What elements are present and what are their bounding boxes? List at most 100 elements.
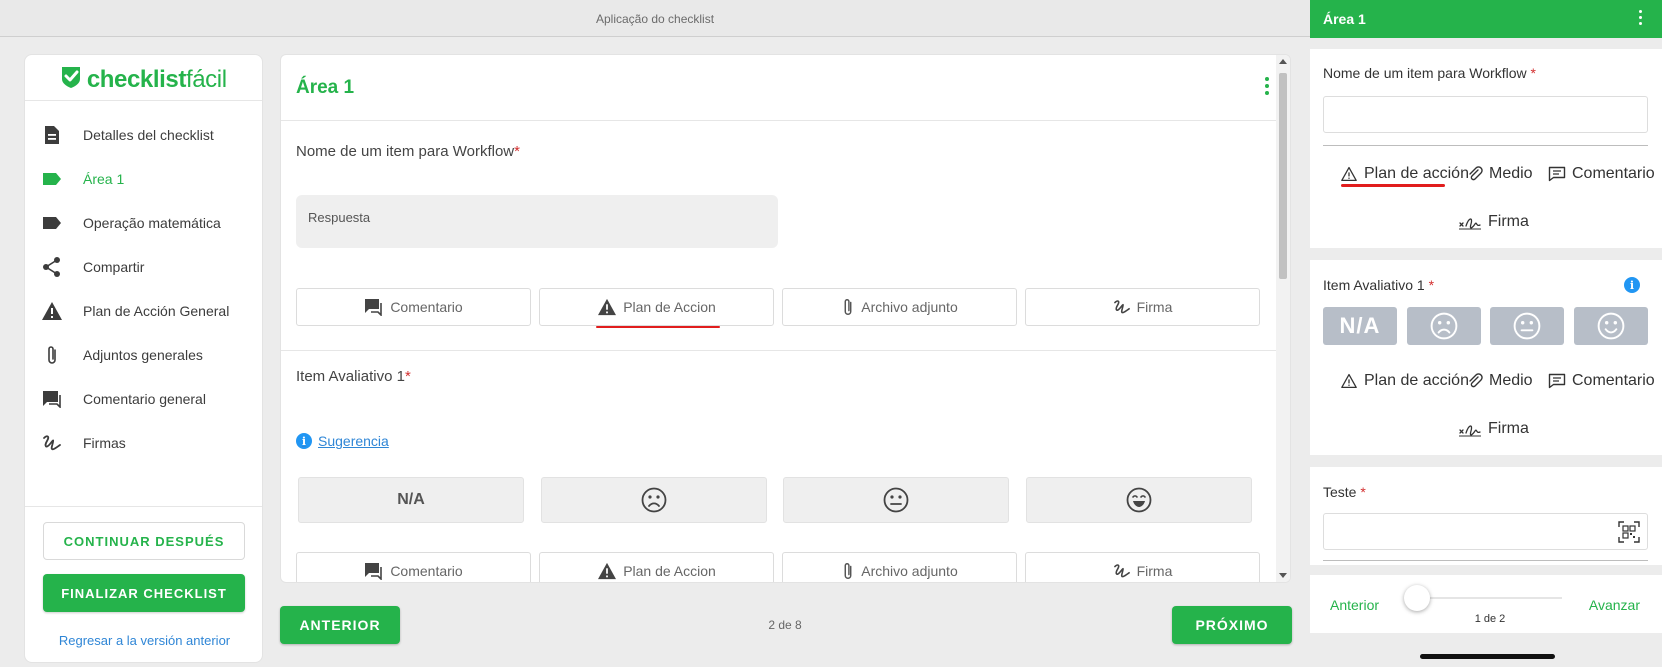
rating-na-button[interactable]: N/A bbox=[298, 477, 524, 523]
scrollbar-thumb[interactable] bbox=[1279, 73, 1287, 279]
warning-icon bbox=[598, 562, 617, 580]
sidebar: checklistfácil Detalles del checklist Ár… bbox=[24, 54, 263, 663]
sidebar-item-general-comment[interactable]: Comentario general bbox=[25, 377, 262, 421]
sidebar-item-general-attachments[interactable]: Adjuntos generales bbox=[25, 333, 262, 377]
comment-icon bbox=[365, 563, 383, 580]
media-button[interactable]: Medio bbox=[1467, 165, 1533, 183]
more-options-icon[interactable] bbox=[1639, 10, 1642, 28]
mobile-question-card: Item Avaliativo 1 * i N/A Plan de acción… bbox=[1310, 260, 1662, 455]
rating-na-button[interactable]: N/A bbox=[1323, 307, 1397, 345]
scrollbar[interactable] bbox=[1276, 55, 1290, 582]
comment-button[interactable]: Comentario bbox=[1548, 372, 1655, 390]
mobile-preview: Área 1 Nome de um item para Workflow * P… bbox=[1310, 0, 1662, 667]
sidebar-item-label: Operação matemática bbox=[83, 215, 221, 231]
more-options-icon[interactable] bbox=[1264, 77, 1270, 97]
paperclip-icon bbox=[41, 344, 63, 366]
mobile-next-link[interactable]: Avanzar bbox=[1589, 597, 1640, 613]
page-slider-knob[interactable] bbox=[1404, 585, 1430, 611]
continue-later-button[interactable]: CONTINUAR DESPUÉS bbox=[43, 522, 245, 560]
comment-button[interactable]: Comentario bbox=[296, 552, 531, 582]
action-plan-button[interactable]: Plan de acción bbox=[1340, 372, 1469, 390]
signature-button[interactable]: Firma bbox=[1458, 420, 1529, 438]
question-label: Item Avaliativo 1* bbox=[296, 368, 411, 385]
window-titlebar: Aplicação do checklist bbox=[0, 0, 1310, 37]
sidebar-item-details[interactable]: Detalles del checklist bbox=[25, 113, 262, 157]
rating-sad-button[interactable] bbox=[1406, 307, 1481, 345]
sidebar-item-share[interactable]: Compartir bbox=[25, 245, 262, 289]
warning-icon bbox=[598, 298, 617, 316]
qr-code-icon[interactable] bbox=[1618, 521, 1640, 548]
sidebar-item-area-1[interactable]: Área 1 bbox=[25, 157, 262, 201]
tag-icon bbox=[41, 212, 63, 234]
check-shield-icon bbox=[60, 65, 82, 94]
question-actions: Comentario Plan de Accion Archivo adjunt… bbox=[296, 288, 1260, 328]
comment-button[interactable]: Comentario bbox=[1548, 165, 1655, 183]
required-marker: * bbox=[404, 368, 411, 385]
happy-face-icon bbox=[1126, 487, 1152, 513]
signature-icon bbox=[41, 432, 63, 454]
signature-button[interactable]: Firma bbox=[1025, 288, 1260, 326]
comment-button[interactable]: Comentario bbox=[296, 288, 531, 326]
action-plan-button[interactable]: Plan de Accion bbox=[539, 552, 774, 582]
main-panel: Área 1 Nome de um item para Workflow* Re… bbox=[280, 54, 1291, 583]
sidebar-item-label: Área 1 bbox=[83, 171, 125, 187]
sad-face-icon bbox=[1430, 312, 1458, 340]
rating-neutral-button[interactable] bbox=[783, 477, 1010, 523]
sidebar-item-label: Comentario general bbox=[83, 391, 206, 407]
divider bbox=[1323, 560, 1648, 561]
question-label: Item Avaliativo 1 * bbox=[1323, 277, 1435, 293]
rating-options: N/A bbox=[298, 477, 1252, 523]
desktop-app: Aplicação do checklist checklistfácil De… bbox=[0, 0, 1310, 667]
page-slider-track[interactable] bbox=[1410, 597, 1562, 599]
signature-icon bbox=[1459, 425, 1481, 437]
comment-outline-icon bbox=[1548, 373, 1566, 389]
highlight-underline bbox=[596, 326, 720, 328]
area-header: Área 1 bbox=[281, 55, 1290, 121]
home-indicator bbox=[1420, 654, 1555, 659]
happy-face-icon bbox=[1597, 312, 1625, 340]
highlight-underline bbox=[1341, 184, 1445, 187]
answer-input[interactable]: Respuesta bbox=[296, 195, 778, 248]
action-plan-button[interactable]: Plan de acción bbox=[1340, 165, 1469, 183]
question-label: Nome de um item para Workflow * bbox=[1323, 65, 1536, 81]
signature-icon bbox=[1113, 300, 1130, 314]
question-actions: Comentario Plan de Accion Archivo adjunt… bbox=[296, 552, 1260, 582]
window-title: Aplicação do checklist bbox=[595, 12, 715, 26]
warning-icon bbox=[41, 300, 63, 322]
scroll-down-icon[interactable] bbox=[1279, 573, 1287, 578]
paperclip-icon bbox=[844, 563, 852, 579]
next-button[interactable]: PRÓXIMO bbox=[1172, 606, 1292, 644]
info-icon: i bbox=[296, 433, 312, 449]
answer-input[interactable] bbox=[1323, 96, 1648, 133]
sidebar-item-general-action-plan[interactable]: Plan de Acción General bbox=[25, 289, 262, 333]
rating-neutral-button[interactable] bbox=[1490, 307, 1565, 345]
logo-text: checklistfácil bbox=[86, 65, 227, 93]
attachment-button[interactable]: Archivo adjunto bbox=[782, 552, 1017, 582]
mobile-question-card: Nome de um item para Workflow * Plan de … bbox=[1310, 49, 1662, 248]
question-label: Nome de um item para Workflow* bbox=[296, 143, 520, 160]
previous-button[interactable]: ANTERIOR bbox=[280, 606, 400, 644]
comment-icon bbox=[41, 388, 63, 410]
sidebar-item-signatures[interactable]: Firmas bbox=[25, 421, 262, 465]
finish-checklist-button[interactable]: FINALIZAR CHECKLIST bbox=[43, 574, 245, 612]
rating-happy-button[interactable] bbox=[1025, 477, 1252, 523]
question-label: Teste * bbox=[1323, 484, 1366, 500]
rating-happy-button[interactable] bbox=[1573, 307, 1648, 345]
back-to-old-version-link[interactable]: Regresar a la versión anterior bbox=[25, 633, 264, 648]
signature-button[interactable]: Firma bbox=[1458, 213, 1529, 231]
sidebar-item-label: Compartir bbox=[83, 259, 145, 275]
attachment-button[interactable]: Archivo adjunto bbox=[782, 288, 1017, 326]
media-button[interactable]: Medio bbox=[1467, 372, 1533, 390]
mobile-previous-link[interactable]: Anterior bbox=[1330, 597, 1379, 613]
rating-sad-button[interactable] bbox=[540, 477, 767, 523]
info-icon[interactable]: i bbox=[1624, 277, 1640, 293]
sidebar-item-math-operation[interactable]: Operação matemática bbox=[25, 201, 262, 245]
signature-button[interactable]: Firma bbox=[1025, 552, 1260, 582]
action-plan-button[interactable]: Plan de Accion bbox=[539, 288, 774, 328]
suggestion-link[interactable]: i Sugerencia bbox=[296, 433, 389, 449]
mobile-header: Área 1 bbox=[1310, 0, 1662, 38]
answer-input[interactable] bbox=[1323, 513, 1648, 550]
signature-icon bbox=[1113, 564, 1130, 578]
page-title: Área 1 bbox=[296, 76, 355, 98]
scroll-up-icon[interactable] bbox=[1279, 59, 1287, 64]
